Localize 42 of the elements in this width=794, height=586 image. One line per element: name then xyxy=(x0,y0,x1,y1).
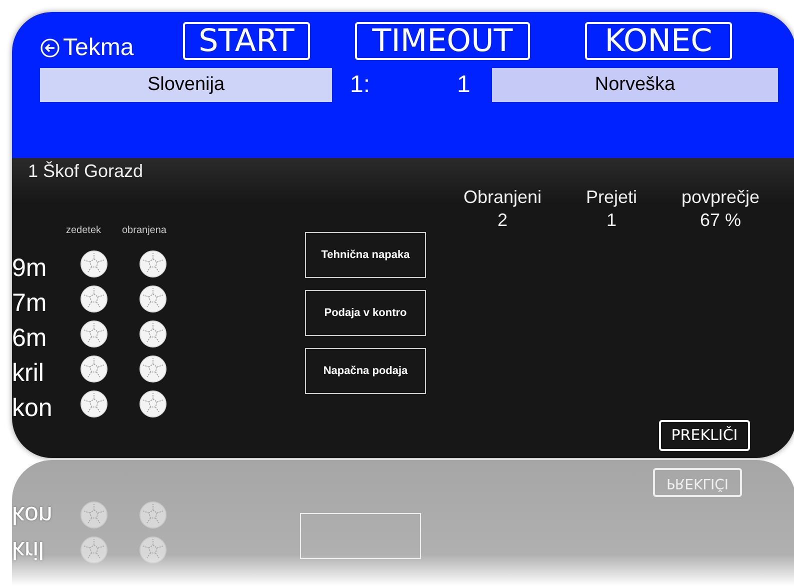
ball-icon xyxy=(80,390,108,418)
stat-value: 1 xyxy=(606,208,616,231)
header-button[interactable]: START xyxy=(183,22,310,60)
reflected-zone-label: kril xyxy=(12,537,45,562)
stat-label: Obranjeni xyxy=(463,186,542,208)
home-team-field[interactable]: Slovenija xyxy=(40,68,332,102)
column-header: obranjena xyxy=(122,226,168,236)
zone-label: kon xyxy=(12,396,54,421)
ball-icon xyxy=(80,320,108,348)
ball-icon xyxy=(139,536,167,564)
header-button[interactable]: TIMEOUT xyxy=(355,22,530,60)
zone-label: 9m xyxy=(12,256,48,281)
zone-label: 7m xyxy=(12,291,48,316)
ball-icon xyxy=(80,284,108,312)
column-header: zedetek xyxy=(66,226,102,236)
zone-label: kril xyxy=(12,361,45,386)
zone-label: 6m xyxy=(12,326,48,351)
ball-icon xyxy=(139,284,167,312)
stat-value: 2 xyxy=(497,208,508,231)
stat-label: Prejeti xyxy=(586,186,638,208)
ball-icon xyxy=(139,354,167,382)
ball-icon xyxy=(139,250,167,278)
away-score: 1 xyxy=(457,73,472,97)
ball-icon xyxy=(80,500,108,528)
ball-icon xyxy=(139,500,167,528)
cancel-button[interactable]: PREKLIČI xyxy=(659,420,750,451)
home-score: 1: xyxy=(350,73,372,97)
ball-icon xyxy=(80,354,108,382)
player-name: 1 Škof Gorazd xyxy=(28,162,144,183)
action-button[interactable]: Podaja v kontro xyxy=(305,290,426,336)
action-button[interactable]: Tehnična napaka xyxy=(305,232,426,278)
ball-icon xyxy=(139,320,167,348)
reflected-zone-label: kon xyxy=(12,502,54,527)
page-title[interactable]: Tekma xyxy=(63,36,134,60)
stat-label: povprečje xyxy=(681,186,760,208)
away-team-field[interactable]: Norveška xyxy=(492,68,778,102)
ball-icon xyxy=(139,390,167,418)
ball-icon xyxy=(80,536,108,564)
stat-value: 67 % xyxy=(700,208,742,231)
header-button[interactable]: KONEC xyxy=(585,22,732,60)
ball-icon xyxy=(80,250,108,278)
action-button[interactable]: Napačna podaja xyxy=(305,348,426,394)
